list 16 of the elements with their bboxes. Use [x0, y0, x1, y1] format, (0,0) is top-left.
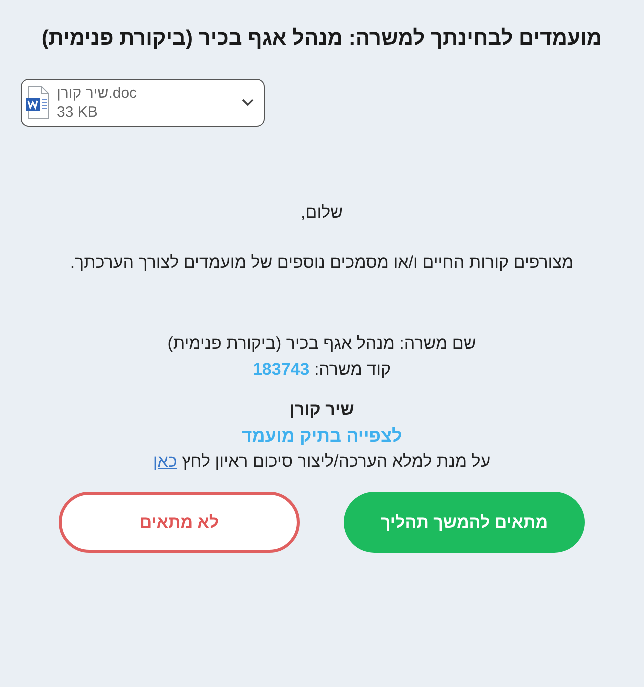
candidate-name: שיר קורן: [290, 399, 354, 421]
not-suitable-button[interactable]: לא מתאים: [59, 492, 300, 553]
greeting-text: שלום,: [300, 202, 344, 224]
file-name: שיר קורן.doc: [57, 84, 138, 103]
page-title: מועמדים לבחינתך למשרה: מנהל אגף בכיר (ביקורת פנימית): [42, 27, 602, 51]
suitable-button[interactable]: מתאים להמשך תהליך: [344, 492, 585, 553]
here-link[interactable]: כאן: [153, 452, 178, 471]
job-code-label: קוד משרה:: [314, 360, 392, 379]
instruction-text: על מנת למלא הערכה/ליצור סיכום ראיון לחץ כאן: [153, 451, 491, 473]
chevron-down-icon[interactable]: [242, 99, 254, 107]
body-text: מצורפים קורות החיים ו/או מסמכים נוספים של מועמדים לצורך הערכתך.: [70, 252, 574, 274]
file-size: 33 KB: [57, 103, 99, 122]
job-name: שם משרה: מנהל אגף בכיר (ביקורת פנימית): [168, 333, 476, 355]
job-code: 183743: [252, 360, 310, 379]
candidate-file-link[interactable]: לצפייה בתיק מועמד: [242, 423, 402, 449]
word-document-icon: [25, 86, 51, 120]
